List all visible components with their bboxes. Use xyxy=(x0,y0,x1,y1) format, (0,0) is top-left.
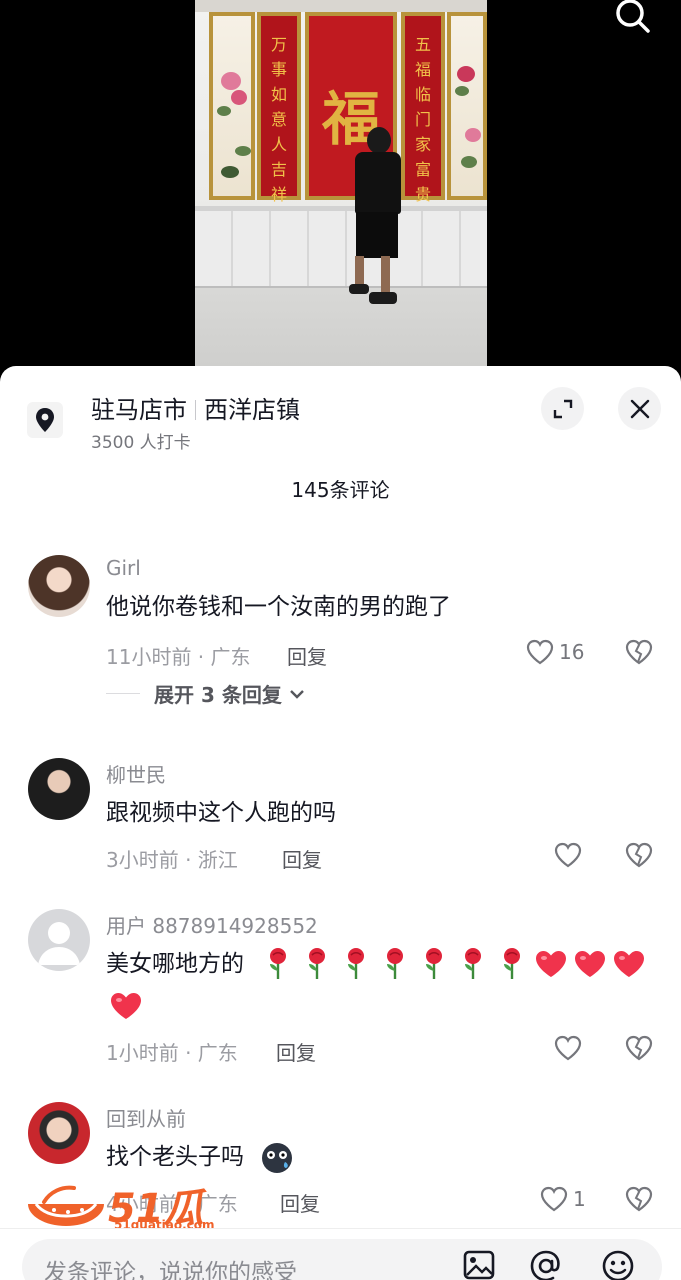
like-count: 1 xyxy=(573,1187,586,1211)
couplet-right-text: 五福临门家富贵 xyxy=(414,35,431,204)
comment-count-title: 145条评论 xyxy=(291,478,390,502)
cabinet xyxy=(195,206,487,286)
emoji-row xyxy=(258,943,648,985)
reply-button[interactable]: 回复 xyxy=(287,641,327,670)
red-heart-emoji xyxy=(570,943,609,985)
person-head xyxy=(367,127,391,154)
person-body xyxy=(355,152,401,214)
video-frame[interactable]: 万事如意人吉祥 福 五福临门家富贵 xyxy=(195,0,487,366)
rose-emoji xyxy=(336,943,375,985)
comment-text: 跟视频中这个人跑的吗 xyxy=(106,800,336,826)
like-button[interactable]: 16 xyxy=(525,638,584,666)
person-shorts xyxy=(356,212,398,258)
reply-button[interactable]: 回复 xyxy=(276,1037,316,1066)
couplet-left-text: 万事如意人吉祥 xyxy=(270,35,287,204)
comment-meta: 1小时前 · 广东 xyxy=(106,1041,238,1065)
floor-edge xyxy=(195,286,487,288)
heart-icon xyxy=(554,842,582,868)
comment-sheet: 驻马店市 西洋店镇 3500 人打卡 145条评论 Girl 他说你卷钱和一个汝南… xyxy=(0,366,681,1280)
location-separator xyxy=(195,400,196,420)
person-leg xyxy=(381,256,390,294)
avatar[interactable] xyxy=(28,909,90,971)
divider-line xyxy=(106,693,140,694)
couplet-left: 万事如意人吉祥 xyxy=(257,12,301,204)
person-shoe xyxy=(369,292,397,304)
avatar[interactable] xyxy=(28,555,90,617)
emoji-button[interactable] xyxy=(600,1249,636,1280)
expand-replies-label: 展开 3 条回复 xyxy=(154,683,282,707)
image-button[interactable] xyxy=(462,1249,496,1280)
close-icon xyxy=(630,399,649,418)
location-button[interactable] xyxy=(27,402,63,438)
reply-button[interactable]: 回复 xyxy=(280,1188,320,1217)
broken-heart-icon xyxy=(625,1035,653,1061)
emoji-icon xyxy=(602,1250,634,1280)
rose-emoji xyxy=(414,943,453,985)
mention-button[interactable] xyxy=(528,1249,564,1280)
red-heart-emoji xyxy=(106,985,145,1027)
comment-username[interactable]: 用户 8878914928552 xyxy=(106,910,318,939)
expand-button[interactable] xyxy=(541,387,584,430)
flower-painting-right xyxy=(447,12,487,200)
at-icon xyxy=(530,1250,560,1280)
location-title[interactable]: 驻马店市 西洋店镇 xyxy=(91,390,300,425)
heart-icon xyxy=(554,1035,582,1061)
rose-emoji xyxy=(492,943,531,985)
reply-button[interactable]: 回复 xyxy=(282,844,322,873)
comment-input-bar: 发条评论，说说你的感受 xyxy=(0,1228,681,1280)
comment-text: 他说你卷钱和一个汝南的男的跑了 xyxy=(106,594,451,620)
comment-input-placeholder: 发条评论，说说你的感受 xyxy=(44,1260,297,1280)
rose-emoji xyxy=(258,943,297,985)
location-town: 西洋店镇 xyxy=(204,396,300,424)
avatar[interactable] xyxy=(28,758,90,820)
comment-username[interactable]: 回到从前 xyxy=(106,1103,186,1132)
video-player[interactable]: 万事如意人吉祥 福 五福临门家富贵 xyxy=(0,0,681,380)
avatar[interactable] xyxy=(28,1102,90,1164)
default-avatar-icon xyxy=(38,922,80,965)
like-count: 16 xyxy=(559,640,585,664)
like-button[interactable]: 1 xyxy=(539,1185,586,1213)
dislike-button[interactable] xyxy=(624,1185,654,1217)
broken-heart-icon xyxy=(625,639,653,665)
rose-emoji xyxy=(297,943,336,985)
checkin-count: 3500 人打卡 xyxy=(91,433,191,453)
broken-heart-icon xyxy=(625,842,653,868)
close-button[interactable] xyxy=(618,387,661,430)
image-icon xyxy=(463,1250,495,1280)
location-city: 驻马店市 xyxy=(91,396,187,424)
dislike-button[interactable] xyxy=(624,1034,654,1066)
expand-icon xyxy=(553,399,572,418)
comment-username[interactable]: Girl xyxy=(106,556,141,580)
expand-replies-button[interactable]: 展开 3 条回复 xyxy=(106,679,308,708)
comment-text: 美女哪地方的 xyxy=(106,951,244,977)
red-heart-emoji xyxy=(531,943,570,985)
couplet-right: 五福临门家富贵 xyxy=(401,12,445,204)
comment-text: 找个老头子吗 xyxy=(106,1144,244,1170)
comment-meta: 3小时前 · 浙江 xyxy=(106,848,238,872)
ceiling xyxy=(195,0,487,12)
flower-painting-left xyxy=(209,12,255,200)
watermark-logo: 51瓜条 51guatiao.com xyxy=(24,1176,236,1280)
broken-heart-icon xyxy=(625,1186,653,1212)
comment-username[interactable]: 柳世民 xyxy=(106,759,166,788)
like-button[interactable] xyxy=(553,1034,583,1062)
heart-icon xyxy=(540,1186,568,1212)
rose-emoji xyxy=(453,943,492,985)
watermelon-logo-icon xyxy=(28,1185,104,1226)
location-pin-icon xyxy=(36,408,54,432)
grimace-emoji xyxy=(262,1143,292,1173)
comment-input[interactable]: 发条评论，说说你的感受 xyxy=(22,1239,662,1280)
search-button[interactable] xyxy=(610,0,654,38)
heart-icon xyxy=(526,639,554,665)
emoji-row-2 xyxy=(106,985,166,1027)
like-button[interactable] xyxy=(553,841,583,869)
red-heart-emoji xyxy=(609,943,648,985)
search-icon xyxy=(616,0,650,33)
chevron-down-icon xyxy=(289,689,304,699)
comment-meta: 11小时前 · 广东 xyxy=(106,645,251,669)
person-shoe xyxy=(349,284,369,294)
rose-emoji xyxy=(375,943,414,985)
dislike-button[interactable] xyxy=(624,841,654,873)
dislike-button[interactable] xyxy=(624,638,654,670)
